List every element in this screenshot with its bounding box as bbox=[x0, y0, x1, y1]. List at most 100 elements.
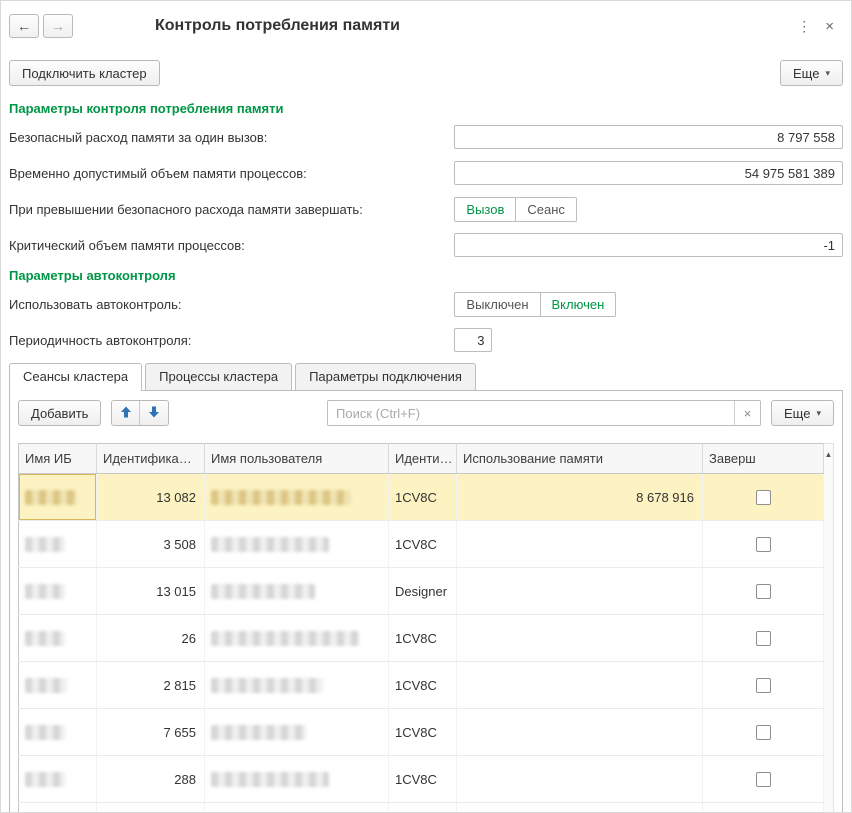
cell-app: 1CV8C bbox=[389, 615, 457, 662]
connect-cluster-label: Подключить кластер bbox=[22, 66, 147, 81]
sessions-table: Имя ИБ Идентифика… Имя пользователя Иден… bbox=[18, 443, 824, 813]
table-row[interactable]: 2 678 916 bbox=[19, 803, 824, 813]
cell-app: 1CV8C bbox=[389, 756, 457, 803]
toggle-option-session[interactable]: Сеанс bbox=[516, 198, 576, 221]
cell-memory bbox=[457, 615, 703, 662]
terminate-checkbox[interactable] bbox=[756, 537, 771, 552]
terminate-checkbox[interactable] bbox=[756, 772, 771, 787]
move-buttons-group bbox=[111, 400, 169, 426]
top-toolbar: Подключить кластер Еще ▾ bbox=[9, 59, 843, 87]
arrow-up-icon bbox=[120, 406, 132, 421]
window-menu-button[interactable]: ⋮ bbox=[790, 18, 818, 35]
tab-strip: Сеансы кластера Процессы кластера Параме… bbox=[9, 363, 843, 391]
safe-call-label: Безопасный расход памяти за один вызов: bbox=[9, 130, 454, 145]
cell-memory bbox=[457, 756, 703, 803]
close-button[interactable]: × bbox=[818, 18, 841, 35]
cell-memory bbox=[457, 709, 703, 756]
column-header-memory[interactable]: Использование памяти bbox=[457, 444, 703, 474]
table-row[interactable]: 2 815 1CV8C bbox=[19, 662, 824, 709]
redacted-user-name bbox=[211, 537, 329, 552]
cell-app: 1CV8C bbox=[389, 662, 457, 709]
cell-memory: 8 678 916 bbox=[457, 474, 703, 521]
table-row[interactable]: 13 082 1CV8C 8 678 916 bbox=[19, 474, 824, 521]
cell-app: 1CV8C bbox=[389, 709, 457, 756]
search-input[interactable] bbox=[328, 402, 734, 424]
arrow-down-icon bbox=[148, 406, 160, 421]
redacted-infobase-name bbox=[25, 584, 65, 599]
table-scrollbar[interactable]: ▲ bbox=[824, 443, 834, 813]
toggle-option-call[interactable]: Вызов bbox=[455, 198, 516, 221]
forward-button[interactable]: → bbox=[43, 14, 73, 38]
column-header-app[interactable]: Иденти… bbox=[389, 444, 457, 474]
tab-cluster-sessions[interactable]: Сеансы кластера bbox=[9, 363, 142, 390]
redacted-infobase-name bbox=[25, 678, 67, 693]
list-toolbar: Добавить × bbox=[18, 399, 834, 427]
redacted-infobase-name bbox=[25, 772, 65, 787]
back-button[interactable]: ← bbox=[9, 14, 39, 38]
cell-memory bbox=[457, 521, 703, 568]
kebab-menu-icon: ⋮ bbox=[797, 18, 811, 34]
terminate-checkbox[interactable] bbox=[756, 725, 771, 740]
period-label: Периодичность автоконтроля: bbox=[9, 333, 454, 348]
temp-allowed-input[interactable] bbox=[454, 161, 843, 185]
move-up-button[interactable] bbox=[112, 401, 140, 425]
memory-control-window: ← → Контроль потребления памяти ⋮ × Подк… bbox=[0, 0, 852, 813]
redacted-infobase-name bbox=[25, 537, 65, 552]
cell-app: 1CV8C bbox=[389, 474, 457, 521]
cell-session-id: 3 508 bbox=[97, 521, 205, 568]
safe-call-input[interactable] bbox=[454, 125, 843, 149]
more-button[interactable]: Еще ▾ bbox=[780, 60, 843, 86]
redacted-infobase-name bbox=[25, 631, 65, 646]
period-input[interactable] bbox=[454, 328, 492, 352]
form-row-critical: Критический объем памяти процессов: bbox=[9, 232, 843, 258]
toggle-option-off[interactable]: Выключен bbox=[455, 293, 540, 316]
page-title: Контроль потребления памяти bbox=[155, 17, 400, 35]
table-row[interactable]: 3 508 1CV8C bbox=[19, 521, 824, 568]
tab-connection-params[interactable]: Параметры подключения bbox=[295, 363, 476, 390]
use-autocontrol-label: Использовать автоконтроль: bbox=[9, 297, 454, 312]
toggle-option-on[interactable]: Включен bbox=[541, 293, 616, 316]
list-more-button[interactable]: Еще ▾ bbox=[771, 400, 834, 426]
add-button[interactable]: Добавить bbox=[18, 400, 101, 426]
redacted-user-name bbox=[211, 725, 306, 740]
terminate-checkbox[interactable] bbox=[756, 584, 771, 599]
redacted-user-name bbox=[211, 772, 329, 787]
cell-session-id: 7 655 bbox=[97, 709, 205, 756]
cell-app: 1CV8C bbox=[389, 521, 457, 568]
tab-cluster-processes[interactable]: Процессы кластера bbox=[145, 363, 292, 390]
form-row-use-autocontrol: Использовать автоконтроль: Выключен Вклю… bbox=[9, 291, 843, 317]
terminate-checkbox[interactable] bbox=[756, 490, 771, 505]
terminate-checkbox[interactable] bbox=[756, 631, 771, 646]
connect-cluster-button[interactable]: Подключить кластер bbox=[9, 60, 160, 86]
scroll-up-icon[interactable]: ▲ bbox=[825, 444, 833, 459]
redacted-user-name bbox=[211, 490, 351, 505]
cell-session-id: 13 082 bbox=[97, 474, 205, 521]
table-row[interactable]: 26 1CV8C bbox=[19, 615, 824, 662]
sessions-table-wrap: Имя ИБ Идентифика… Имя пользователя Иден… bbox=[18, 443, 834, 813]
terminate-checkbox[interactable] bbox=[756, 678, 771, 693]
table-row[interactable]: 288 1CV8C bbox=[19, 756, 824, 803]
cell-app bbox=[389, 803, 457, 813]
table-row[interactable]: 7 655 1CV8C bbox=[19, 709, 824, 756]
search-clear-button[interactable]: × bbox=[734, 401, 760, 425]
cell-session-id: 26 bbox=[97, 615, 205, 662]
cell-session-id: 13 015 bbox=[97, 568, 205, 615]
temp-allowed-label: Временно допустимый объем памяти процесс… bbox=[9, 166, 454, 181]
cell-session-id bbox=[97, 803, 205, 813]
move-down-button[interactable] bbox=[140, 401, 168, 425]
column-header-infobase[interactable]: Имя ИБ bbox=[19, 444, 97, 474]
cell-memory bbox=[457, 662, 703, 709]
form-row-period: Периодичность автоконтроля: bbox=[9, 327, 843, 353]
redacted-infobase-name bbox=[25, 725, 65, 740]
form-row-safe-call: Безопасный расход памяти за один вызов: bbox=[9, 124, 843, 150]
forward-arrow-icon: → bbox=[51, 18, 65, 34]
column-header-user[interactable]: Имя пользователя bbox=[205, 444, 389, 474]
column-header-terminate[interactable]: Заверш bbox=[703, 444, 824, 474]
critical-input[interactable] bbox=[454, 233, 843, 257]
more-label: Еще bbox=[793, 66, 819, 81]
chevron-down-icon: ▾ bbox=[816, 409, 821, 418]
close-icon: × bbox=[825, 18, 834, 35]
column-header-id[interactable]: Идентифика… bbox=[97, 444, 205, 474]
form-row-temp-allowed: Временно допустимый объем памяти процесс… bbox=[9, 160, 843, 186]
table-row[interactable]: 13 015 Designer bbox=[19, 568, 824, 615]
